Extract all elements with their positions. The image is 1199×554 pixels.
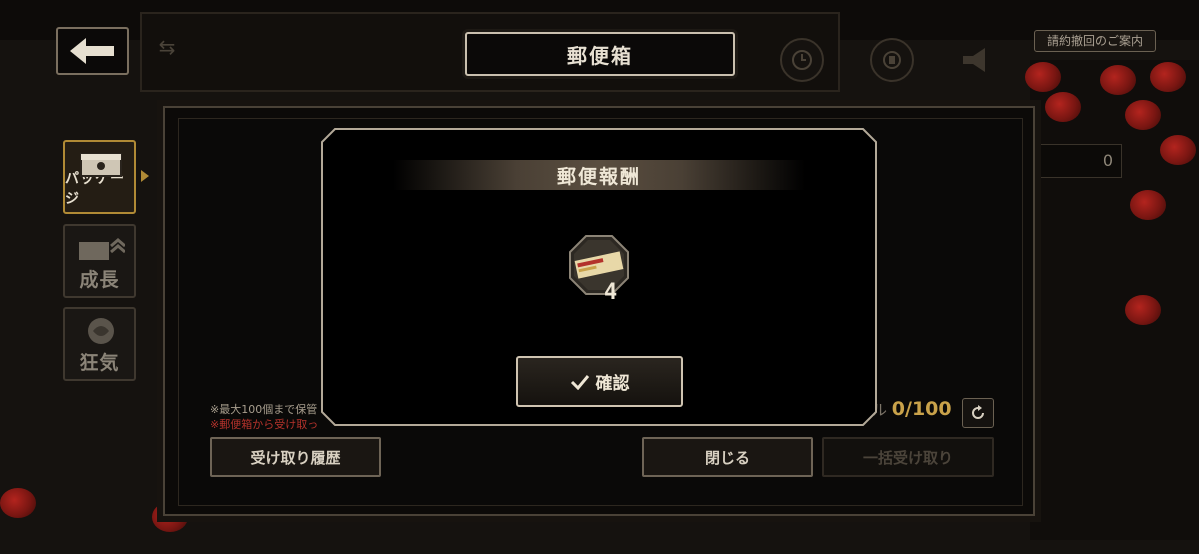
rose-decoration — [1100, 65, 1136, 95]
rose-decoration — [1125, 295, 1161, 325]
megaphone-icon[interactable] — [955, 40, 995, 80]
clock-icon[interactable] — [780, 38, 824, 82]
rose-decoration — [1150, 62, 1186, 92]
back-button[interactable] — [56, 27, 129, 75]
rose-icon — [88, 318, 114, 344]
right-count-field: 0 — [1040, 144, 1122, 178]
rose-decoration — [1160, 135, 1196, 165]
storage-limit-note: ※最大100個まで保管 — [210, 403, 318, 416]
modal-title-bar: 郵便報酬 — [393, 160, 805, 190]
rose-decoration — [1025, 62, 1061, 92]
ticket-icon — [569, 235, 629, 295]
refresh-icon — [972, 405, 984, 419]
background-right-panel — [1030, 60, 1199, 540]
notice-button[interactable]: 請約撤回のご案内 — [1034, 30, 1156, 52]
confirm-button[interactable]: 確認 — [516, 356, 683, 407]
refresh-button[interactable] — [962, 398, 994, 428]
mailbox-notes: ※最大100個まで保管 ※郵便箱から受け取っ — [210, 402, 318, 432]
claim-all-button[interactable]: 一括受け取り — [822, 437, 994, 477]
reward-item[interactable] — [566, 232, 632, 304]
arrow-left-icon — [69, 38, 114, 64]
sidebar-item-label: 成長 — [79, 269, 120, 291]
rose-decoration — [0, 488, 36, 518]
sidebar-item-madness[interactable]: 狂気 — [63, 307, 136, 381]
sidebar-item-growth[interactable]: 成長 — [63, 224, 136, 298]
mail-counter-value: 0/100 — [891, 398, 952, 420]
rose-decoration — [1125, 100, 1161, 130]
checkmark-icon — [570, 374, 589, 390]
page-title: 郵便箱 — [465, 32, 735, 76]
sidebar-item-package[interactable]: パッケージ — [63, 140, 136, 214]
history-button[interactable]: 受け取り履歴 — [210, 437, 381, 477]
confirm-label: 確認 — [595, 374, 630, 394]
sidebar-item-label: 狂気 — [79, 352, 120, 374]
rose-decoration — [1130, 190, 1166, 220]
receipt-warning-note: ※郵便箱から受け取っ — [210, 418, 319, 431]
active-indicator-icon — [141, 170, 149, 182]
growth-chevron-icon — [79, 238, 125, 260]
shield-icon[interactable] — [870, 38, 914, 82]
swap-icon[interactable]: ⇆ — [152, 35, 182, 59]
reward-quantity: 4 — [604, 280, 618, 305]
mail-counter: ル 0/100 — [872, 398, 952, 420]
package-icon — [80, 153, 122, 177]
modal-title: 郵便報酬 — [556, 165, 641, 188]
close-button[interactable]: 閉じる — [642, 437, 813, 477]
rose-decoration — [1045, 92, 1081, 122]
